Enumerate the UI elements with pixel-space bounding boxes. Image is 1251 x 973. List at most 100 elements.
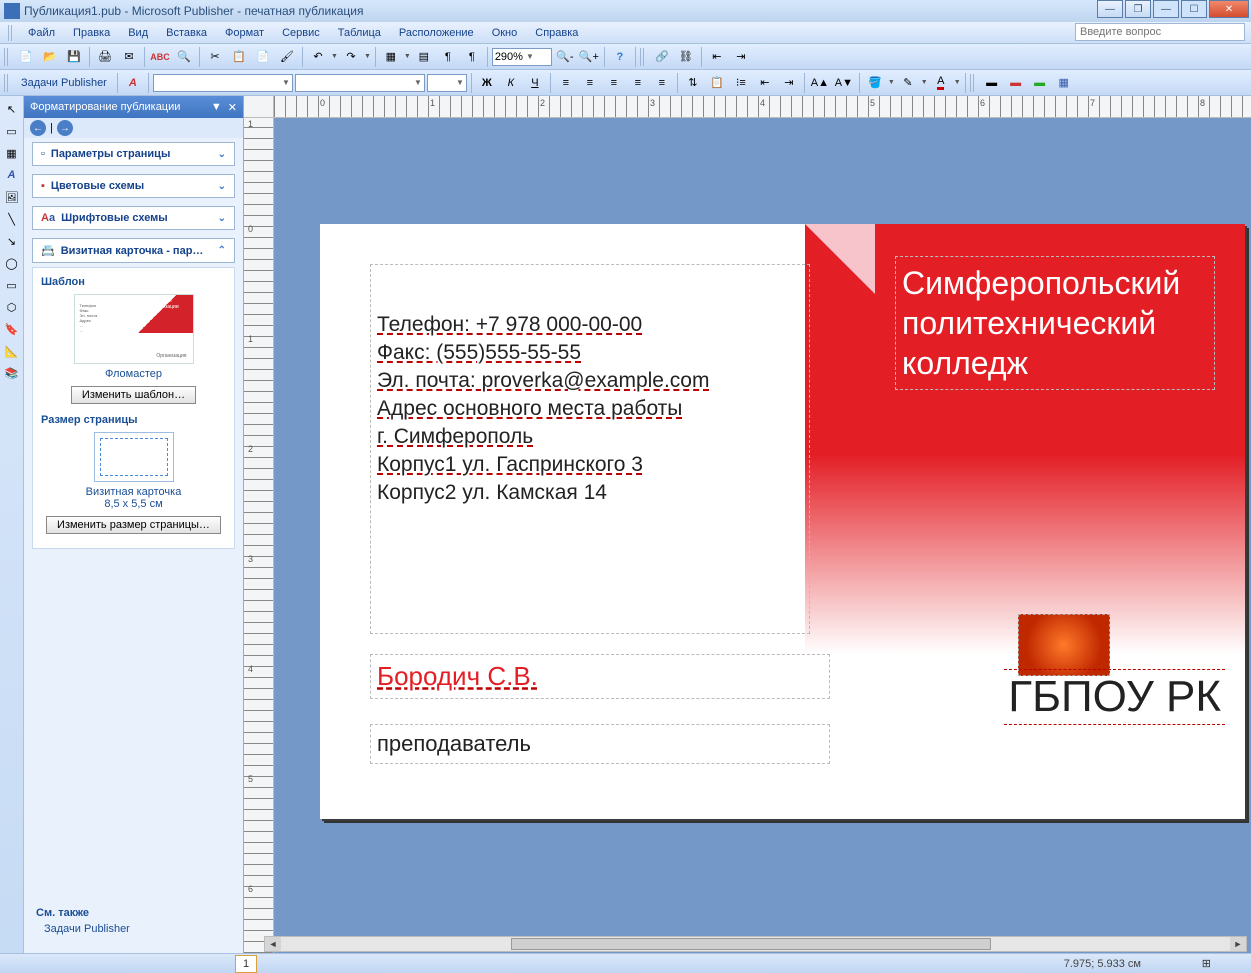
bullets-icon[interactable]: ⁝≡ [730, 72, 752, 94]
menu-layout[interactable]: Расположение [391, 25, 482, 41]
style-combo[interactable]: ▼ [153, 74, 293, 92]
fill-color-icon[interactable]: 🪣 [864, 72, 886, 94]
org-name-textbox[interactable]: Симферопольский политехнический колледж [895, 256, 1215, 390]
align-right-icon[interactable]: ≡ [603, 72, 625, 94]
picture-icon[interactable]: 🖼 [3, 188, 21, 206]
line-dropdown[interactable]: ▼ [921, 79, 928, 86]
scroll-right-icon[interactable]: ► [1230, 937, 1246, 951]
border1-icon[interactable]: ▬ [981, 72, 1003, 94]
menu-help[interactable]: Справка [527, 25, 586, 41]
special-chars-icon[interactable]: ¶ [437, 46, 459, 68]
paste-icon[interactable]: 📄 [252, 46, 274, 68]
vertical-ruler[interactable]: 1 0 1 2 3 4 5 6 [244, 118, 274, 953]
horizontal-ruler[interactable]: 0 1 2 3 4 5 6 7 8 [274, 96, 1251, 118]
minimize-button[interactable]: — [1097, 0, 1123, 18]
flower-image[interactable] [1018, 614, 1110, 676]
fontcolor-dropdown[interactable]: ▼ [954, 79, 961, 86]
bookmark-icon[interactable]: 🔖 [3, 320, 21, 338]
scroll-left-icon[interactable]: ◄ [265, 937, 281, 951]
open-icon[interactable]: 📂 [39, 46, 61, 68]
border2-icon[interactable]: ▬ [1005, 72, 1027, 94]
tasks-label[interactable]: Задачи Publisher [15, 77, 113, 89]
line-color-icon[interactable]: ✎ [897, 72, 919, 94]
font-color-icon[interactable]: A [930, 72, 952, 94]
border3-icon[interactable]: ▬ [1029, 72, 1051, 94]
line-spacing-icon[interactable]: ⇅ [682, 72, 704, 94]
zoom-in-icon[interactable]: 🔍+ [578, 46, 600, 68]
indent-inc-icon[interactable]: ⇥ [778, 72, 800, 94]
copy-icon[interactable]: 📋 [228, 46, 250, 68]
menu-edit[interactable]: Правка [65, 25, 118, 41]
close-button[interactable]: ✕ [1209, 0, 1249, 18]
role-textbox[interactable]: преподаватель [370, 724, 830, 764]
print-icon[interactable]: 🖨 [94, 46, 116, 68]
research-icon[interactable]: 🔍 [173, 46, 195, 68]
page-size-thumbnail[interactable] [94, 432, 174, 482]
see-also-link[interactable]: Задачи Publisher [44, 923, 231, 935]
columns-icon[interactable]: ▤ [413, 46, 435, 68]
underline-icon[interactable]: Ч [524, 72, 546, 94]
page-navigator[interactable]: 1 [235, 955, 257, 973]
menu-table[interactable]: Таблица [330, 25, 389, 41]
arrow-tool-icon[interactable]: ↘ [3, 232, 21, 250]
nav-first-icon[interactable]: ⇤ [706, 46, 728, 68]
taskpane-close-icon[interactable]: ✕ [228, 101, 237, 114]
change-size-button[interactable]: Изменить размер страницы… [46, 516, 221, 534]
menu-view[interactable]: Вид [120, 25, 156, 41]
table-icon[interactable]: ▦ [1053, 72, 1075, 94]
scroll-thumb[interactable] [511, 938, 991, 950]
taskpane-menu-icon[interactable]: ▼ [211, 101, 222, 113]
help-icon[interactable]: ? [609, 46, 631, 68]
pointer-icon[interactable]: ↖ [3, 100, 21, 118]
section-color-schemes[interactable]: ▪Цветовые схемы ⌄ [32, 174, 235, 198]
bold-icon[interactable]: Ж [476, 72, 498, 94]
item-library-icon[interactable]: 📚 [3, 364, 21, 382]
mail-icon[interactable]: ✉ [118, 46, 140, 68]
menu-insert[interactable]: Вставка [158, 25, 215, 41]
line-tool-icon[interactable]: ╲ [3, 210, 21, 228]
numbering-icon[interactable]: 📋 [706, 72, 728, 94]
nav-last-icon[interactable]: ⇥ [730, 46, 752, 68]
canvas[interactable]: Симферопольский политехнический колледж … [274, 118, 1251, 953]
maximize-button-2[interactable]: ☐ [1181, 0, 1207, 18]
link-icon[interactable]: 🔗 [651, 46, 673, 68]
section-page-params[interactable]: ▫Параметры страницы ⌄ [32, 142, 235, 166]
align-justify-icon[interactable]: ≡ [627, 72, 649, 94]
org-short-textbox[interactable]: ГБПОУ РК [1004, 669, 1225, 725]
indent-dec-icon[interactable]: ⇤ [754, 72, 776, 94]
spellcheck-icon[interactable]: ABC [149, 46, 171, 68]
undo-dropdown[interactable]: ▼ [331, 53, 338, 60]
section-font-schemes[interactable]: AaШрифтовые схемы ⌄ [32, 206, 235, 230]
fill-dropdown[interactable]: ▼ [888, 79, 895, 86]
paragraph-icon[interactable]: ¶ [461, 46, 483, 68]
italic-icon[interactable]: К [500, 72, 522, 94]
restore-button[interactable]: ❐ [1125, 0, 1151, 18]
zoom-out-icon[interactable]: 🔍- [554, 46, 576, 68]
cut-icon[interactable]: ✂ [204, 46, 226, 68]
nav-fwd-icon[interactable]: → [57, 120, 73, 136]
nav-back-icon[interactable]: ← [30, 120, 46, 136]
bring-front-icon[interactable]: ▦ [380, 46, 402, 68]
oval-tool-icon[interactable]: ◯ [3, 254, 21, 272]
page[interactable]: Симферопольский политехнический колледж … [320, 224, 1245, 819]
format-painter-icon[interactable]: 🖌 [276, 46, 298, 68]
redo-dropdown[interactable]: ▼ [364, 53, 371, 60]
new-icon[interactable]: 📄 [15, 46, 37, 68]
menu-tools[interactable]: Сервис [274, 25, 328, 41]
horizontal-scrollbar[interactable]: ◄ ► [264, 936, 1247, 952]
font-shrink-icon[interactable]: A▼ [833, 72, 855, 94]
autoshapes-icon[interactable]: ⬡ [3, 298, 21, 316]
design-gallery-icon[interactable]: 📐 [3, 342, 21, 360]
textbox-icon[interactable]: ▭ [3, 122, 21, 140]
pink-fold-shape[interactable] [805, 224, 875, 294]
section-business-card[interactable]: 📇Визитная карточка - пар… ⌃ [32, 238, 235, 263]
redo-icon[interactable]: ↷ [340, 46, 362, 68]
font-grow-icon[interactable]: A▲ [809, 72, 831, 94]
contact-textbox[interactable]: Телефон: +7 978 000-00-00 Факс: (555)555… [370, 264, 810, 634]
fontsize-combo[interactable]: ▼ [427, 74, 467, 92]
menu-window[interactable]: Окно [484, 25, 526, 41]
unlink-icon[interactable]: ⛓ [675, 46, 697, 68]
save-icon[interactable]: 💾 [63, 46, 85, 68]
undo-icon[interactable]: ↶ [307, 46, 329, 68]
align-center-icon[interactable]: ≡ [579, 72, 601, 94]
